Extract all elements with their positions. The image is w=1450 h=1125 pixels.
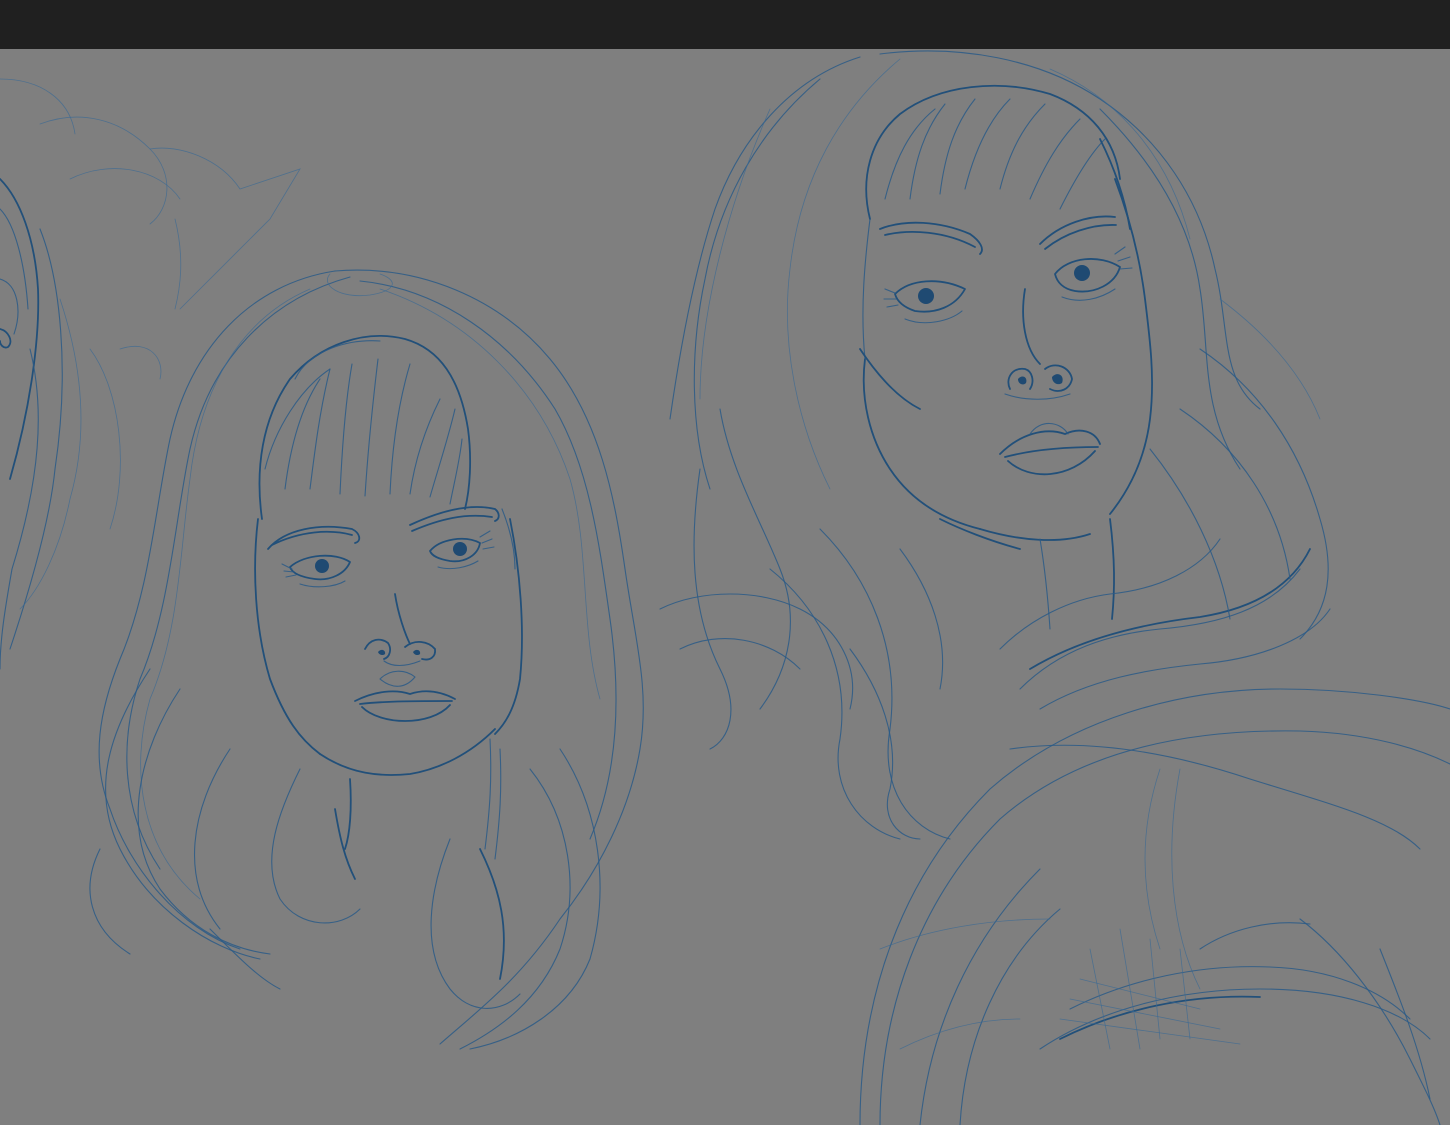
drawing-app <box>0 0 1450 1125</box>
sketch-figure-middle <box>89 269 644 1050</box>
drawing-canvas[interactable] <box>0 49 1450 1125</box>
top-toolbar[interactable] <box>0 0 1450 49</box>
sketch-figure-right <box>659 50 1450 1125</box>
sketch-artwork <box>0 50 1450 1125</box>
